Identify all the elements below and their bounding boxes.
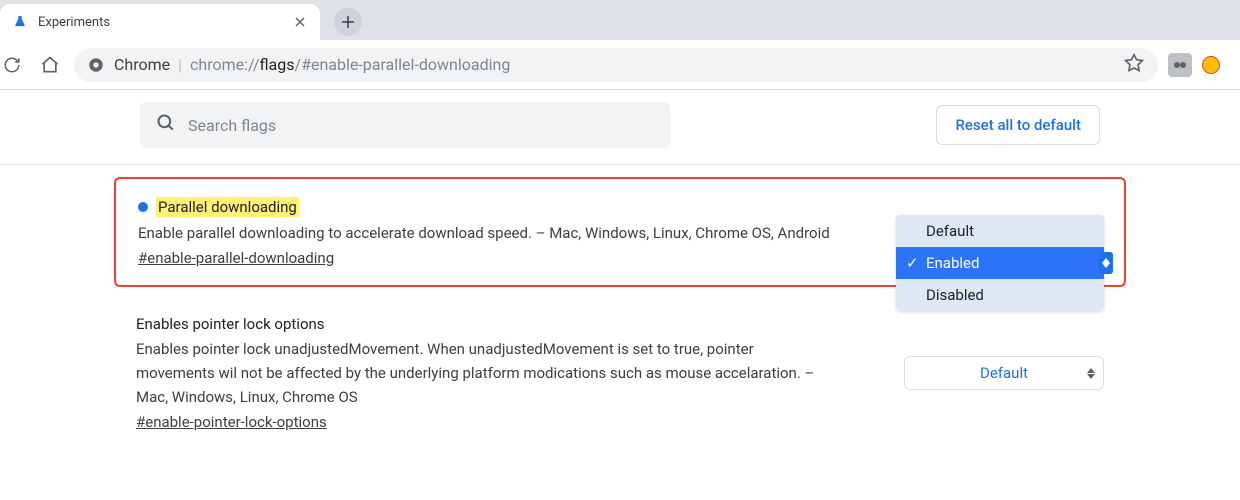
flag-description: Enables pointer lock unadjustedMovement.… [136, 337, 826, 409]
modified-dot-icon [138, 202, 148, 212]
reset-all-button[interactable]: Reset all to default [936, 105, 1100, 145]
flag-select[interactable]: Default [904, 356, 1104, 390]
close-icon[interactable] [292, 14, 308, 30]
dropdown-option-default[interactable]: Default [896, 215, 1104, 247]
browser-tab[interactable]: Experiments [0, 4, 320, 40]
chrome-icon [88, 57, 104, 73]
page-content: Reset all to default Parallel downloadin… [0, 90, 1240, 449]
dropdown-option-disabled[interactable]: Disabled [896, 279, 1104, 311]
flag-dropdown-menu: Default Enabled Disabled [896, 215, 1104, 311]
flag-pointer-lock-options: Enables pointer lock options Enables poi… [114, 297, 1126, 449]
address-text: Chrome | chrome://flags/#enable-parallel… [114, 55, 510, 74]
flag-hash-link[interactable]: #enable-pointer-lock-options [136, 413, 327, 431]
tab-title: Experiments [38, 15, 282, 30]
flag-hash-link[interactable]: #enable-parallel-downloading [138, 249, 334, 267]
new-tab-button[interactable] [334, 8, 362, 36]
select-stepper-icon [1087, 368, 1095, 379]
select-stepper-icon [1099, 252, 1113, 274]
browser-toolbar: Chrome | chrome://flags/#enable-parallel… [0, 40, 1240, 90]
bookmark-star-icon[interactable] [1124, 53, 1144, 77]
home-icon[interactable] [36, 51, 64, 79]
dropdown-option-enabled[interactable]: Enabled [896, 247, 1104, 279]
address-bar[interactable]: Chrome | chrome://flags/#enable-parallel… [74, 48, 1158, 82]
flask-icon [12, 14, 28, 30]
extension-icon[interactable] [1168, 53, 1192, 77]
search-icon [156, 113, 176, 137]
flag-title: Enables pointer lock options [136, 315, 325, 333]
tab-strip: Experiments [0, 0, 1240, 40]
flag-parallel-downloading: Parallel downloading Enable parallel dow… [114, 177, 1126, 287]
flags-header: Reset all to default [0, 102, 1240, 165]
profile-avatar[interactable] [1202, 56, 1220, 74]
search-input[interactable] [188, 116, 654, 135]
search-flags-box[interactable] [140, 102, 670, 148]
flag-title: Parallel downloading [156, 197, 299, 217]
flag-select-value: Default [980, 364, 1028, 382]
reload-icon[interactable] [0, 51, 26, 79]
